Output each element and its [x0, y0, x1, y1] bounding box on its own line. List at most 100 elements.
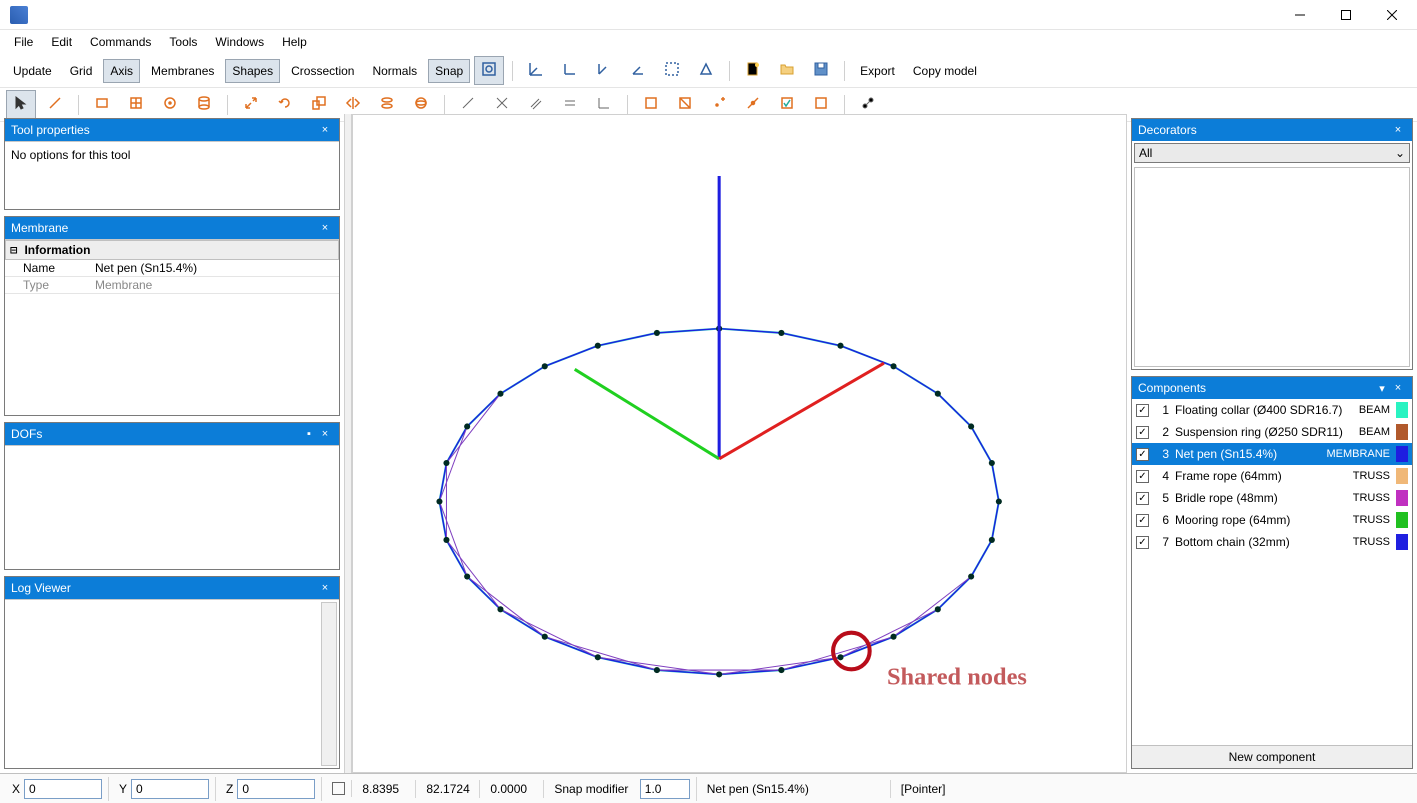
menu-help[interactable]: Help	[274, 31, 315, 53]
close-icon[interactable]: ×	[317, 122, 333, 138]
snap-label: Snap modifier	[554, 782, 628, 796]
prop-name-value[interactable]: Net pen (Sn15.4%)	[95, 261, 339, 275]
menu-windows[interactable]: Windows	[207, 31, 272, 53]
panel-title: Tool properties	[11, 123, 90, 137]
x-input[interactable]	[24, 779, 102, 799]
projection-icon[interactable]	[691, 56, 721, 85]
component-color-swatch	[1396, 446, 1408, 462]
coord-2: 82.1724	[426, 782, 469, 796]
y-input[interactable]	[131, 779, 209, 799]
tb-crossection[interactable]: Crossection	[284, 59, 361, 83]
new-file-icon[interactable]	[738, 56, 768, 85]
prop-name-key: Name	[5, 261, 95, 275]
component-type: TRUSS	[1353, 514, 1390, 526]
menu-tools[interactable]: Tools	[161, 31, 205, 53]
tb-copymodel[interactable]: Copy model	[906, 59, 984, 83]
scrollbar[interactable]	[321, 602, 337, 766]
component-row[interactable]: ✓ 3 Net pen (Sn15.4%) MEMBRANE	[1132, 443, 1412, 465]
close-icon[interactable]: ×	[1390, 380, 1406, 396]
axis-view1-icon[interactable]	[521, 56, 551, 85]
x-label: X	[12, 782, 20, 796]
open-file-icon[interactable]	[772, 56, 802, 85]
panel-decorators: Decorators × All⌄	[1131, 118, 1413, 370]
panel-title: Log Viewer	[11, 581, 71, 595]
component-name: Bottom chain (32mm)	[1175, 535, 1347, 549]
panel-title: Components	[1138, 381, 1206, 395]
prop-section: Information	[24, 243, 90, 257]
snap-input[interactable]	[640, 779, 690, 799]
tb-export[interactable]: Export	[853, 59, 902, 83]
panel-title: DOFs	[11, 427, 42, 441]
tb-shapes[interactable]: Shapes	[225, 59, 280, 83]
component-row[interactable]: ✓ 6 Mooring rope (64mm) TRUSS	[1132, 509, 1412, 531]
component-row[interactable]: ✓ 2 Suspension ring (Ø250 SDR11) BEAM	[1132, 421, 1412, 443]
status-selection: Net pen (Sn15.4%)	[707, 782, 809, 796]
panel-title: Membrane	[11, 221, 68, 235]
component-checkbox[interactable]: ✓	[1136, 404, 1149, 417]
component-row[interactable]: ✓ 1 Floating collar (Ø400 SDR16.7) BEAM	[1132, 399, 1412, 421]
close-button[interactable]	[1369, 0, 1415, 30]
z-input[interactable]	[237, 779, 315, 799]
component-row[interactable]: ✓ 4 Frame rope (64mm) TRUSS	[1132, 465, 1412, 487]
tb-snap[interactable]: Snap	[428, 59, 470, 83]
menu-file[interactable]: File	[6, 31, 41, 53]
chevron-down-icon: ⌄	[1395, 146, 1405, 160]
component-color-swatch	[1396, 534, 1408, 550]
component-checkbox[interactable]: ✓	[1136, 426, 1149, 439]
component-checkbox[interactable]: ✓	[1136, 448, 1149, 461]
component-color-swatch	[1396, 468, 1408, 484]
component-index: 3	[1155, 447, 1169, 461]
pin-icon[interactable]: ▪	[301, 426, 317, 442]
component-checkbox[interactable]: ✓	[1136, 492, 1149, 505]
panel-tool-properties: Tool properties × No options for this too…	[4, 118, 340, 210]
annotation-circle	[833, 633, 870, 670]
viewport-canvas[interactable]: Shared nodes	[352, 114, 1127, 773]
tb-membranes[interactable]: Membranes	[144, 59, 221, 83]
component-row[interactable]: ✓ 7 Bottom chain (32mm) TRUSS	[1132, 531, 1412, 553]
tb-viewmode-icon[interactable]	[474, 56, 504, 85]
z-label: Z	[226, 782, 233, 796]
save-file-icon[interactable]	[806, 56, 836, 85]
axis-view4-icon[interactable]	[623, 56, 653, 85]
axis-view2-icon[interactable]	[555, 56, 585, 85]
toolprops-text: No options for this tool	[11, 148, 130, 162]
close-icon[interactable]: ×	[317, 580, 333, 596]
menu-commands[interactable]: Commands	[82, 31, 159, 53]
component-checkbox[interactable]: ✓	[1136, 470, 1149, 483]
component-color-swatch	[1396, 512, 1408, 528]
prop-type-key: Type	[5, 278, 95, 292]
component-color-swatch	[1396, 402, 1408, 418]
app-icon	[10, 6, 28, 24]
component-color-swatch	[1396, 424, 1408, 440]
decorators-filter-select[interactable]: All⌄	[1134, 143, 1410, 163]
component-checkbox[interactable]: ✓	[1136, 514, 1149, 527]
panel-log-viewer: Log Viewer ×	[4, 576, 340, 769]
component-type: BEAM	[1359, 404, 1390, 416]
axis-view3-icon[interactable]	[589, 56, 619, 85]
panel-title: Decorators	[1138, 123, 1197, 137]
component-checkbox[interactable]: ✓	[1136, 536, 1149, 549]
component-index: 7	[1155, 535, 1169, 549]
close-icon[interactable]: ×	[317, 220, 333, 236]
maximize-button[interactable]	[1323, 0, 1369, 30]
minimize-button[interactable]	[1277, 0, 1323, 30]
close-icon[interactable]: ×	[317, 426, 333, 442]
close-icon[interactable]: ×	[1390, 122, 1406, 138]
tb-axis[interactable]: Axis	[103, 59, 140, 83]
tb-update[interactable]: Update	[6, 59, 59, 83]
status-checkbox[interactable]	[332, 782, 345, 795]
x-axis	[719, 363, 884, 459]
menu-edit[interactable]: Edit	[43, 31, 80, 53]
component-name: Mooring rope (64mm)	[1175, 513, 1347, 527]
component-type: TRUSS	[1353, 536, 1390, 548]
component-type: TRUSS	[1353, 470, 1390, 482]
coord-3: 0.0000	[490, 782, 527, 796]
splitter[interactable]	[344, 114, 352, 773]
tb-normals[interactable]: Normals	[365, 59, 424, 83]
menu-icon[interactable]: ▾	[1374, 380, 1390, 396]
y-label: Y	[119, 782, 127, 796]
new-component-button[interactable]: New component	[1132, 745, 1412, 768]
component-row[interactable]: ✓ 5 Bridle rope (48mm) TRUSS	[1132, 487, 1412, 509]
tb-grid[interactable]: Grid	[63, 59, 100, 83]
select-rect-icon[interactable]	[657, 56, 687, 85]
